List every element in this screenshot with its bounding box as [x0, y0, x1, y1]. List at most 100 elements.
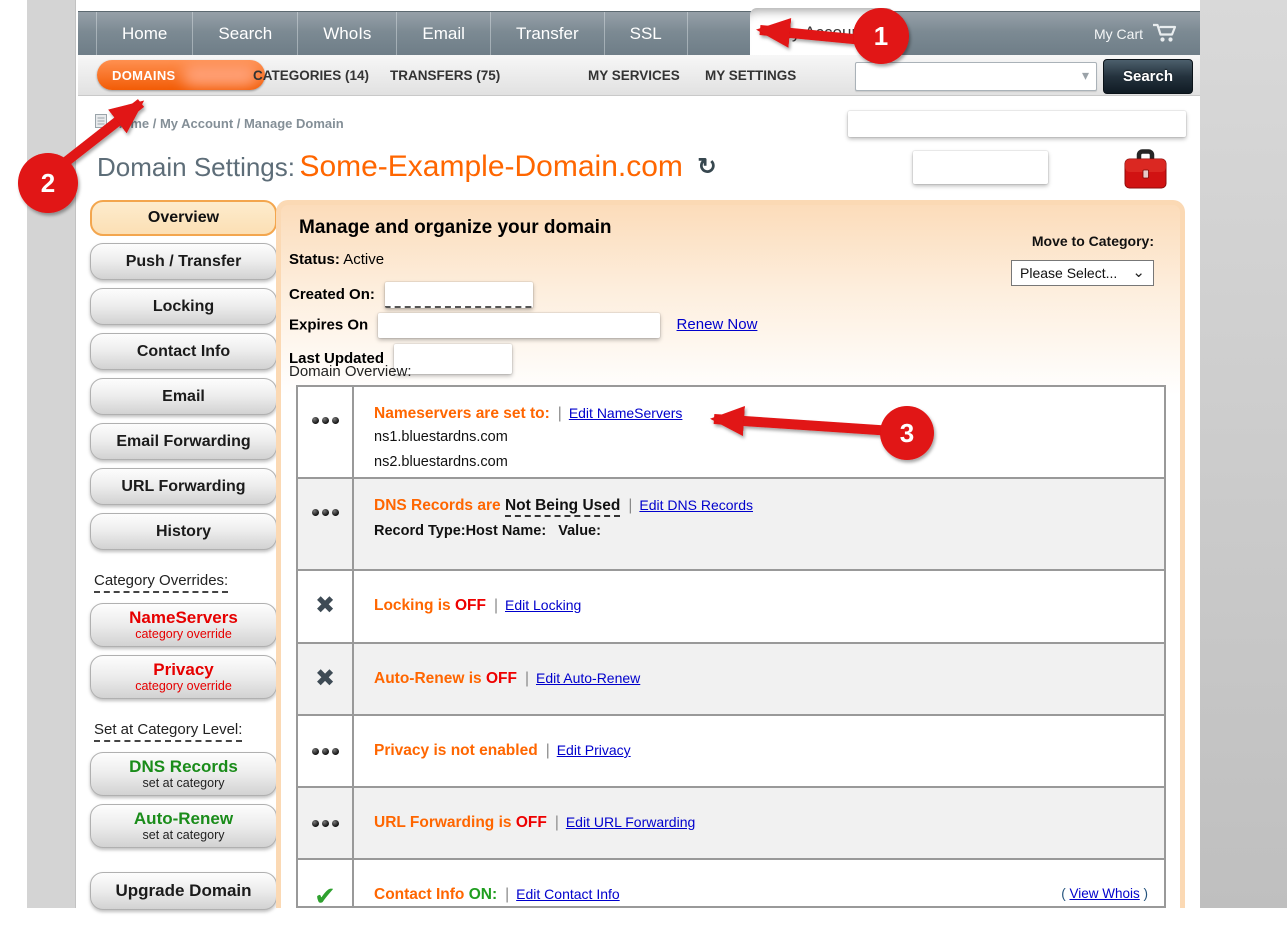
sidebar-item-title: DNS Records	[93, 757, 274, 776]
subnav-item-categories[interactable]: CATEGORIES (14)	[253, 68, 369, 83]
expires-on-row: Expires On Renew Now	[289, 313, 757, 337]
edit-locking-link[interactable]: Edit Locking	[505, 597, 581, 613]
cross-icon: ✖	[315, 595, 335, 642]
edit-contact-info-link[interactable]: Edit Contact Info	[516, 886, 620, 902]
row-body: Auto-Renew is OFF|Edit Auto-Renew	[354, 644, 1164, 714]
row-body: DNS Records are Not Being Used|Edit DNS …	[354, 479, 1164, 569]
nav-tabs: HomeSearchWhoIsEmailTransferSSLMy Accoun…	[96, 12, 894, 56]
row-title-segment: Not Being Used	[505, 497, 620, 517]
refresh-icon[interactable]: ↻	[697, 153, 716, 180]
my-cart-button[interactable]: My Cart	[1094, 12, 1178, 56]
nav-tab-transfer[interactable]: Transfer	[491, 12, 605, 56]
subnav-item-transfers[interactable]: TRANSFERS (75)	[390, 68, 500, 83]
chevron-down-icon: ⌄	[1132, 261, 1145, 285]
edit-privacy-link[interactable]: Edit Privacy	[557, 742, 631, 758]
sidebar-item-history[interactable]: History	[90, 513, 277, 550]
row-title: Nameservers are set to: | Edit NameServers	[374, 405, 1154, 423]
row-title: Locking is OFF|Edit Locking	[374, 597, 1154, 615]
row-body: Contact Info ON:|Edit Contact Info( View…	[354, 860, 1164, 908]
sidebar-item-dns-records[interactable]: DNS Recordsset at category	[90, 752, 277, 796]
sidebar-item-auto-renew[interactable]: Auto-Renewset at category	[90, 804, 277, 848]
cross-icon: ✖	[298, 571, 354, 642]
right-gutter	[1200, 0, 1287, 908]
status-label: Status:	[289, 251, 340, 268]
sidebar-item-email[interactable]: Email	[90, 378, 277, 415]
dots-icon	[298, 479, 354, 569]
sidebar-item-nameservers[interactable]: NameServerscategory override	[90, 603, 277, 647]
created-on-label: Created On:	[289, 286, 375, 303]
expires-on-label: Expires On	[289, 316, 368, 333]
sidebar-item-privacy[interactable]: Privacycategory override	[90, 655, 277, 699]
subnav-item-my-services[interactable]: MY SERVICES	[588, 68, 680, 83]
edit-dns-records-link[interactable]: Edit DNS Records	[639, 497, 753, 513]
sidebar-item-subtitle: category override	[93, 679, 274, 694]
breadcrumb[interactable]: Home / My Account / Manage Domain	[113, 116, 344, 131]
row-title-segment: OFF	[455, 597, 486, 614]
sidebar-item-subtitle: category override	[93, 627, 274, 642]
separator: |	[546, 742, 550, 759]
domain-overview-row: Privacy is not enabled|Edit Privacy	[298, 716, 1164, 788]
category-select-value: Please Select...	[1020, 265, 1117, 281]
edit-url-forwarding-link[interactable]: Edit URL Forwarding	[566, 814, 695, 830]
row-title-segment: DNS Records are	[374, 497, 505, 514]
row-title-segment: Locking is	[374, 597, 455, 614]
dots-icon	[312, 509, 339, 569]
edit-auto-renew-link[interactable]: Edit Auto-Renew	[536, 670, 640, 686]
sidebar-item-push-transfer[interactable]: Push / Transfer	[90, 243, 277, 280]
edit-nameservers-link[interactable]: Edit NameServers	[569, 405, 683, 421]
row-title: DNS Records are Not Being Used|Edit DNS …	[374, 497, 1154, 515]
nav-tab-search[interactable]: Search	[193, 12, 298, 56]
sidebar-item-contact-info[interactable]: Contact Info	[90, 333, 277, 370]
note-paren: )	[1140, 886, 1148, 901]
sidebar-item-locking[interactable]: Locking	[90, 288, 277, 325]
check-icon: ✔	[314, 884, 336, 908]
domain-overview-table: Nameservers are set to: | Edit NameServers…	[296, 385, 1166, 908]
subnav-item-my-settings[interactable]: MY SETTINGS	[705, 68, 796, 83]
redacted-domains-count	[183, 64, 257, 86]
cross-icon: ✖	[315, 668, 335, 714]
nameserver-value: ns1.bluestardns.com	[374, 427, 1154, 448]
nav-tab-whois[interactable]: WhoIs	[298, 12, 397, 56]
status-row: Status: Active	[289, 251, 757, 275]
top-navigation-bar: HomeSearchWhoIsEmailTransferSSL My Accoun…	[78, 11, 1200, 57]
nav-tab-ssl[interactable]: SSL	[605, 12, 688, 56]
row-title-segment: OFF	[486, 670, 517, 687]
row-title: Privacy is not enabled|Edit Privacy	[374, 742, 1154, 760]
sidebar-section-category-overrides: Category Overrides:	[94, 572, 228, 593]
created-on-row: Created On:	[289, 282, 757, 306]
row-title: Contact Info ON:|Edit Contact Info	[374, 886, 1154, 904]
row-title-segment: Nameservers are set to:	[374, 405, 550, 422]
category-select[interactable]: Please Select... ⌄	[1011, 260, 1154, 286]
account-subnav: DOMAINS CATEGORIES (14) TRANSFERS (75) M…	[78, 55, 1200, 96]
page-title: Domain Settings: Some-Example-Domain.com…	[97, 150, 717, 184]
nameserver-value: ns2.bluestardns.com	[374, 452, 1154, 473]
sidebar-item-overview[interactable]: Overview	[90, 200, 277, 236]
separator: |	[558, 405, 562, 422]
row-body: Locking is OFF|Edit Locking	[354, 571, 1164, 642]
view-whois-link[interactable]: View Whois	[1069, 886, 1139, 901]
subnav-item-domains[interactable]: DOMAINS	[97, 60, 265, 90]
nav-tab-my-account[interactable]: My Account	[750, 8, 894, 56]
sidebar-item-title: Privacy	[93, 660, 274, 679]
page: HomeSearchWhoIsEmailTransferSSLMy Accoun…	[0, 0, 1287, 931]
sidebar-item-email-forwarding[interactable]: Email Forwarding	[90, 423, 277, 460]
row-title-segment: ON:	[469, 886, 497, 903]
toolbox-icon[interactable]	[1122, 146, 1169, 196]
search-button[interactable]: Search	[1103, 59, 1193, 94]
domain-search-combobox[interactable]: ▾	[855, 62, 1097, 91]
status-value: Active	[343, 251, 384, 268]
row-title-segment: URL Forwarding is	[374, 814, 516, 831]
nav-tab-email[interactable]: Email	[397, 12, 491, 56]
nav-tab-home[interactable]: Home	[96, 12, 193, 56]
renew-now-link[interactable]: Renew Now	[677, 316, 758, 333]
row-body: Nameservers are set to: | Edit NameServers…	[354, 387, 1164, 477]
domain-overview-row: DNS Records are Not Being Used|Edit DNS …	[298, 479, 1164, 571]
record-headers: Record Type:Host Name: Value:	[374, 523, 1154, 539]
sidebar-item-url-forwarding[interactable]: URL Forwarding	[90, 468, 277, 505]
row-title: URL Forwarding is OFF|Edit URL Forwardin…	[374, 814, 1154, 832]
domains-label: DOMAINS	[112, 68, 176, 83]
left-gutter	[27, 0, 76, 908]
sidebar-item-upgrade-domain[interactable]: Upgrade Domain	[90, 872, 277, 910]
redacted-value	[385, 282, 533, 308]
separator: |	[505, 886, 509, 903]
